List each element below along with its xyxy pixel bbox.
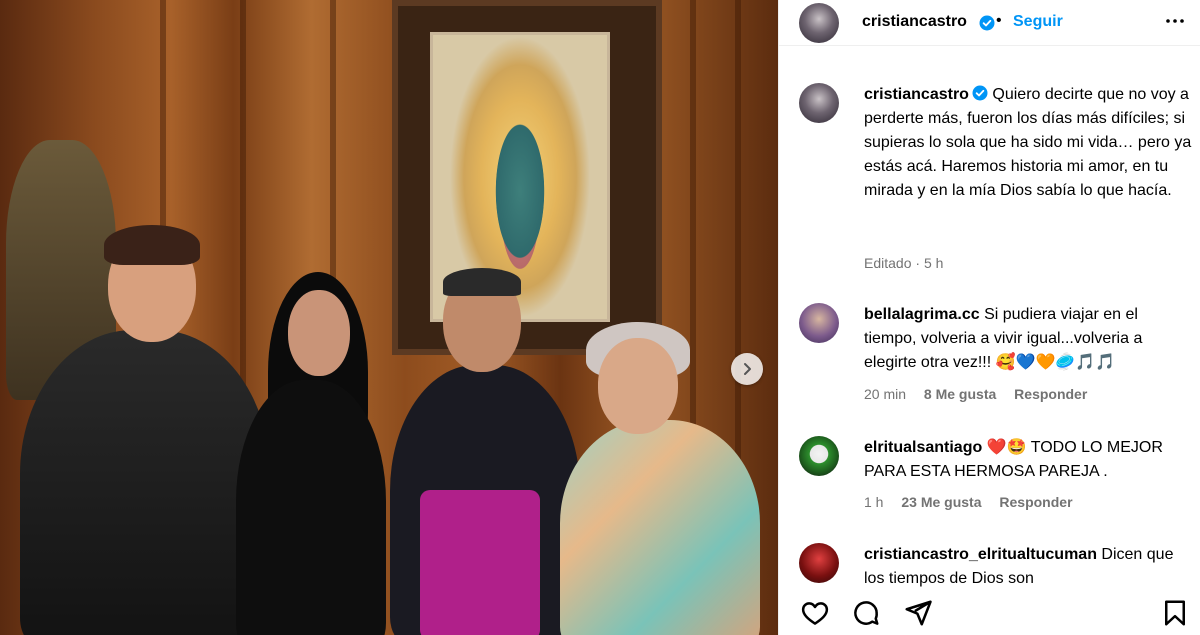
caption-text-block: cristiancastro Quiero decirte que no voy… [864,83,1194,203]
bookmark-icon[interactable] [1160,598,1190,628]
comment-time: 20 min [864,386,907,402]
reply-button[interactable]: Responder [999,494,1072,510]
comment-meta: 20 min 8 Me gusta Responder [864,386,1087,402]
comment-likes[interactable]: 23 Me gusta [901,494,981,510]
person-2-body [236,380,386,635]
carousel-next-button[interactable] [731,353,763,385]
post-side-panel: cristiancastro • Seguir cristiancastro Q… [778,0,1200,635]
avatar[interactable] [799,543,839,583]
comment-item: bellalagrima.cc Si pudiera viajar en el … [799,303,1191,413]
avatar[interactable] [799,3,839,43]
person-1-body [20,330,270,635]
person-2-head [288,290,350,376]
caption-time: 5 h [923,255,944,271]
header-separator: • [996,12,1002,29]
more-options-icon[interactable] [1163,9,1187,33]
send-icon[interactable] [903,598,933,628]
comment-icon[interactable] [851,598,881,628]
verified-badge-icon [979,15,995,31]
heart-icon[interactable] [800,598,830,628]
person-4-head [598,338,678,434]
comment-username[interactable]: elritualsantiago [864,439,982,456]
comment-likes[interactable]: 8 Me gusta [924,386,996,402]
follow-button[interactable]: Seguir [1013,13,1063,31]
caption-username[interactable]: cristiancastro [864,86,969,103]
person-1-hair [104,225,200,265]
action-bar [779,588,1200,635]
caption-meta: Editado · 5 h [864,255,944,271]
comment-item: elritualsantiago ❤️🤩 TODO LO MEJOR PARA … [799,436,1191,516]
comment-text-block: elritualsantiago ❤️🤩 TODO LO MEJOR PARA … [864,436,1194,484]
post-caption: cristiancastro Quiero decirte que no voy… [799,83,1191,283]
reply-button[interactable]: Responder [1014,386,1087,402]
edited-label: Editado [864,255,912,271]
comment-item: cristiancastro_elritualtucuman Dicen que… [799,543,1191,588]
avatar[interactable] [799,436,839,476]
person-3-hair [443,268,521,296]
comment-text-block: bellalagrima.cc Si pudiera viajar en el … [864,303,1194,375]
comment-username[interactable]: bellalagrima.cc [864,306,980,323]
comment-meta: 1 h 23 Me gusta Responder [864,494,1073,510]
verified-badge-icon [972,85,988,101]
person-4-body [560,420,760,635]
avatar[interactable] [799,303,839,343]
comment-time: 1 h [864,494,884,510]
comment-text-block: cristiancastro_elritualtucuman Dicen que… [864,543,1191,588]
post-header: cristiancastro • Seguir [779,0,1200,46]
comment-username[interactable]: cristiancastro_elritualtucuman [864,546,1097,563]
person-3-sash [420,490,540,635]
chevron-right-icon [744,363,751,375]
post-author-username[interactable]: cristiancastro [862,13,967,31]
post-photo[interactable] [0,0,778,635]
avatar[interactable] [799,83,839,123]
